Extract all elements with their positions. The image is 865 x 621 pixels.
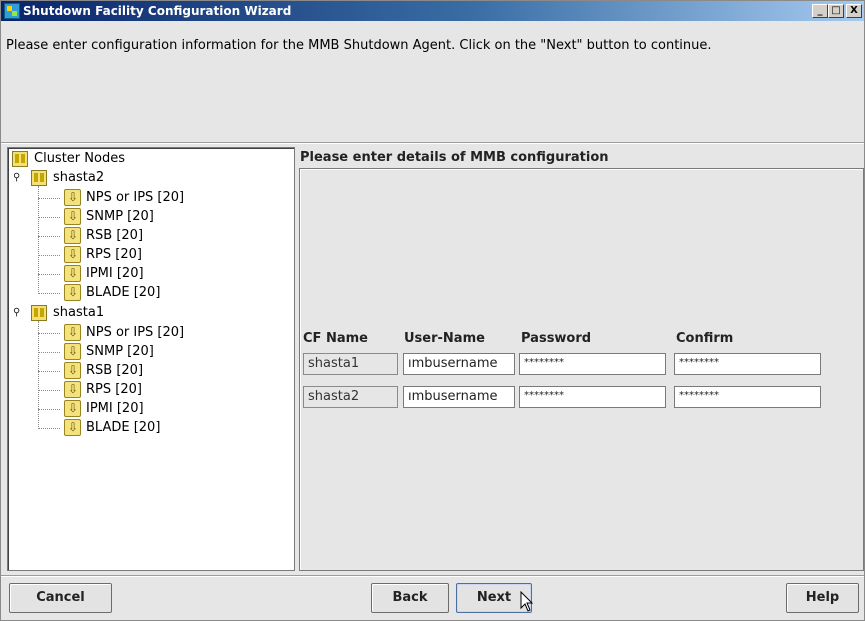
- agent-icon: [64, 283, 81, 302]
- divider: [1, 142, 864, 144]
- user-name-input[interactable]: ımbusername: [403, 386, 515, 408]
- cf-name-field: shasta1: [303, 353, 398, 375]
- tree-connector: [38, 352, 60, 353]
- agent-icon: [64, 323, 81, 342]
- wizard-window: Shutdown Facility Configuration Wizard _…: [0, 0, 865, 621]
- tree-agent-label: RPS [20]: [86, 247, 142, 262]
- instructions-text: Please enter configuration information f…: [6, 38, 712, 53]
- node-icon: [31, 170, 47, 186]
- tree-connector: [38, 217, 60, 218]
- tree-agent-label: IPMI [20]: [86, 266, 144, 281]
- maximize-button[interactable]: □: [828, 4, 844, 18]
- tree-connector: [38, 255, 60, 256]
- tree-connector: [38, 409, 60, 410]
- agent-icon: [64, 418, 81, 437]
- details-title: Please enter details of MMB configuratio…: [300, 150, 609, 165]
- agent-icon: [64, 264, 81, 283]
- agent-icon: [64, 399, 81, 418]
- close-button[interactable]: X: [846, 4, 862, 18]
- minimize-button[interactable]: _: [812, 4, 828, 18]
- tree-connector: [38, 198, 60, 199]
- tree-agent-label: SNMP [20]: [86, 344, 154, 359]
- node-icon: [31, 305, 47, 321]
- column-header-cf-name: CF Name: [303, 331, 368, 346]
- divider: [1, 575, 864, 577]
- agent-icon: [64, 226, 81, 245]
- tree-root-label: Cluster Nodes: [34, 151, 125, 166]
- password-input[interactable]: ********: [519, 353, 666, 375]
- title-bar[interactable]: Shutdown Facility Configuration Wizard _…: [1, 1, 864, 21]
- column-header-confirm: Confirm: [676, 331, 734, 346]
- agent-icon: [64, 361, 81, 380]
- tree-connector: [38, 274, 60, 275]
- cancel-button[interactable]: Cancel: [9, 583, 112, 613]
- column-header-user-name: User-Name: [404, 331, 485, 346]
- tree-agent-label: BLADE [20]: [86, 285, 161, 300]
- help-button[interactable]: Help: [786, 583, 859, 613]
- tree-connector: [38, 186, 39, 294]
- tree-connector: [38, 321, 39, 429]
- app-icon: [4, 3, 20, 19]
- tree-agent-label: RSB [20]: [86, 228, 144, 243]
- agent-icon: [64, 342, 81, 361]
- tree-agent-label: IPMI [20]: [86, 401, 144, 416]
- column-header-password: Password: [521, 331, 592, 346]
- confirm-password-input[interactable]: ********: [674, 353, 821, 375]
- tree-agent-label: BLADE [20]: [86, 420, 161, 435]
- agent-icon: [64, 207, 81, 226]
- back-button[interactable]: Back: [371, 583, 449, 613]
- agent-icon: [64, 380, 81, 399]
- password-input[interactable]: ********: [519, 386, 666, 408]
- tree-connector: [38, 236, 60, 237]
- cluster-icon: [12, 151, 28, 167]
- window-title: Shutdown Facility Configuration Wizard: [23, 4, 292, 18]
- tree-agent-label: RSB [20]: [86, 363, 144, 378]
- user-name-input[interactable]: ımbusername: [403, 353, 515, 375]
- tree-agent-label: RPS [20]: [86, 382, 142, 397]
- tree-connector: [38, 333, 60, 334]
- cluster-tree[interactable]: Cluster Nodes ⚲ shasta2 NPS or IPS [20] …: [7, 147, 295, 571]
- tree-node-label: shasta2: [53, 170, 105, 185]
- confirm-password-input[interactable]: ********: [674, 386, 821, 408]
- tree-node-label: shasta1: [53, 305, 105, 320]
- tree-agent-label: SNMP [20]: [86, 209, 154, 224]
- agent-icon: [64, 188, 81, 207]
- mouse-cursor-icon: [520, 591, 534, 612]
- tree-connector: [38, 293, 60, 294]
- tree-agent-label: NPS or IPS [20]: [86, 325, 185, 340]
- tree-connector: [38, 428, 60, 429]
- collapse-shasta1-icon[interactable]: ⚲: [13, 308, 24, 319]
- collapse-shasta2-icon[interactable]: ⚲: [13, 173, 24, 184]
- tree-agent-label: NPS or IPS [20]: [86, 190, 185, 205]
- tree-connector: [38, 390, 60, 391]
- tree-connector: [38, 371, 60, 372]
- agent-icon: [64, 245, 81, 264]
- cf-name-field: shasta2: [303, 386, 398, 408]
